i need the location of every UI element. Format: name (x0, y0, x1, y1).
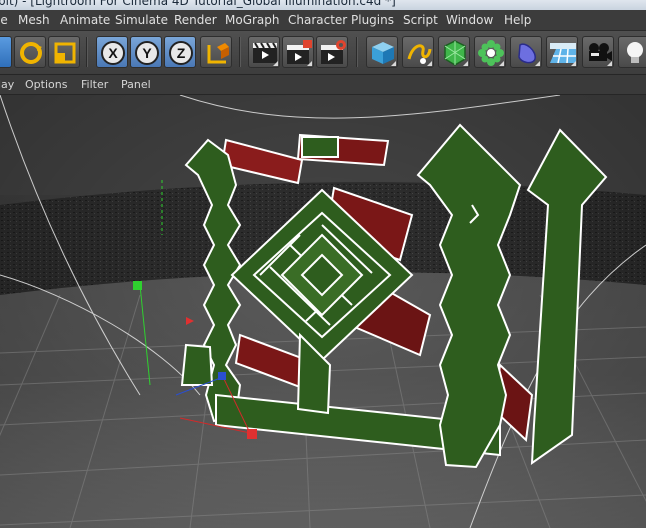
nurbs-button[interactable] (438, 36, 470, 68)
light-icon (627, 42, 643, 63)
z-axis-handle[interactable] (218, 372, 226, 380)
scale-icon (54, 42, 76, 64)
window-title-bar: bit) - [Lightroom For Cinema 4D Tutorial… (0, 0, 646, 10)
floor-button[interactable] (546, 36, 578, 68)
menu-render[interactable]: Render (174, 13, 217, 27)
menu-file[interactable]: le (0, 13, 8, 27)
x-axis-handle[interactable] (247, 429, 257, 439)
camera-button[interactable] (582, 36, 614, 68)
y-axis-handle[interactable] (133, 281, 142, 290)
menu-panel[interactable]: Panel (121, 78, 151, 91)
menu-options[interactable]: Options (25, 78, 67, 91)
light-button[interactable] (618, 36, 646, 68)
x-axis-icon: X (101, 41, 125, 65)
x-axis-button[interactable]: X (96, 36, 128, 68)
render-settings-button[interactable] (316, 36, 348, 68)
svg-text:Z: Z (177, 45, 186, 61)
rotate-tool-button[interactable] (14, 36, 46, 68)
menu-filter[interactable]: Filter (81, 78, 108, 91)
rotate-icon (20, 42, 42, 64)
toolbar: X Y Z (0, 31, 646, 75)
z-axis-icon: Z (169, 41, 193, 65)
spline-pen-button[interactable] (402, 36, 434, 68)
array-button[interactable] (474, 36, 506, 68)
menu-window[interactable]: Window (446, 13, 493, 27)
menu-mograph[interactable]: MoGraph (225, 13, 280, 27)
menu-script[interactable]: Script (403, 13, 438, 27)
menu-plugins[interactable]: Plugins (351, 13, 394, 27)
deformer-button[interactable] (510, 36, 542, 68)
move-tool-button[interactable] (0, 36, 12, 68)
menu-animate[interactable]: Animate (60, 13, 110, 27)
menu-display[interactable]: lay (0, 78, 14, 91)
y-axis-button[interactable]: Y (130, 36, 162, 68)
render-picture-viewer-button[interactable] (282, 36, 314, 68)
menu-bar: le Mesh Animate Simulate Render MoGraph … (0, 10, 646, 31)
menu-help[interactable]: Help (504, 13, 531, 27)
scale-tool-button[interactable] (48, 36, 80, 68)
render-view-button[interactable] (248, 36, 280, 68)
viewport-scene (0, 95, 646, 528)
menu-character[interactable]: Character (288, 13, 347, 27)
render-settings-icon (321, 40, 346, 64)
svg-text:X: X (108, 45, 118, 61)
menu-mesh[interactable]: Mesh (18, 13, 50, 27)
z-axis-button[interactable]: Z (164, 36, 196, 68)
viewport-panel-menu: lay Options Filter Panel (0, 75, 646, 95)
coordinate-system-button[interactable] (200, 36, 232, 68)
svg-text:Y: Y (142, 45, 152, 61)
y-axis-icon: Y (135, 41, 159, 65)
coordinate-system-icon (207, 43, 229, 64)
3d-viewport[interactable] (0, 95, 646, 528)
window-title: bit) - [Lightroom For Cinema 4D Tutorial… (0, 0, 396, 8)
menu-simulate[interactable]: Simulate (115, 13, 168, 27)
cube-button[interactable] (366, 36, 398, 68)
